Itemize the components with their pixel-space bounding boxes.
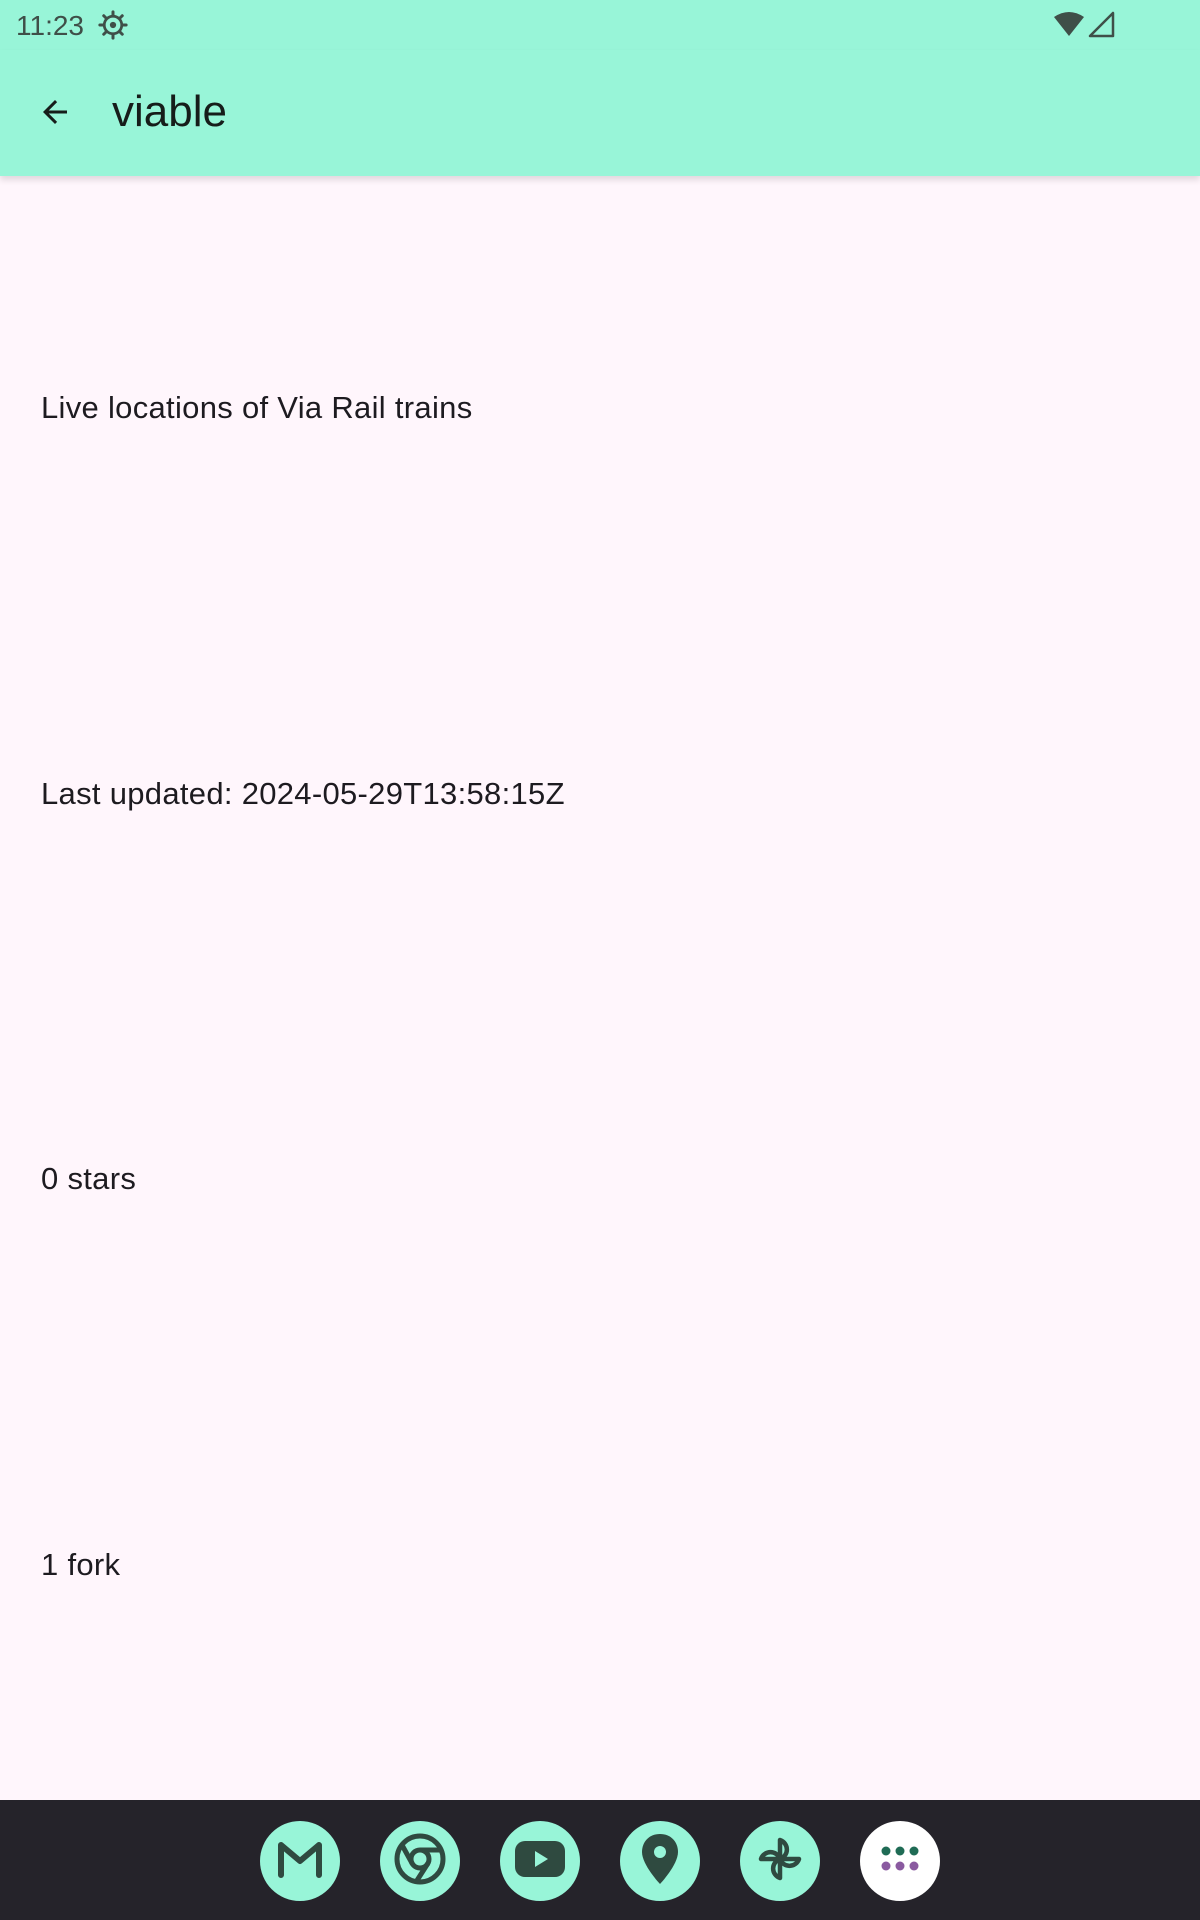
status-time: 11:23 (16, 10, 84, 41)
settings-gear-icon (98, 10, 128, 40)
maps-app-button[interactable] (620, 1821, 700, 1901)
status-bar: 11:23 (0, 0, 1200, 50)
app-dock (0, 1800, 1200, 1920)
maps-icon (640, 1833, 680, 1890)
gmail-app-button[interactable] (260, 1821, 340, 1901)
photos-icon (755, 1834, 805, 1889)
forks-count: 1 fork (41, 1547, 121, 1582)
repo-description: Live locations of Via Rail trains (41, 390, 473, 425)
back-button[interactable] (26, 85, 84, 143)
stars-count: 0 stars (41, 1161, 137, 1196)
arrow-back-icon (37, 94, 73, 135)
app-bar: viable (0, 50, 1200, 176)
chrome-app-button[interactable] (380, 1821, 460, 1901)
page-title: viable (112, 87, 227, 136)
app-drawer-button[interactable] (860, 1821, 940, 1901)
youtube-app-button[interactable] (500, 1821, 580, 1901)
cell-signal-icon (1088, 11, 1115, 38)
last-updated-text: Last updated: 2024-05-29T13:58:15Z (41, 776, 565, 811)
app-drawer-icon (880, 1845, 920, 1878)
photos-app-button[interactable] (740, 1821, 820, 1901)
youtube-icon (514, 1840, 566, 1883)
wifi-icon (1053, 11, 1085, 37)
chrome-icon (394, 1833, 446, 1890)
gmail-icon (276, 1839, 324, 1884)
